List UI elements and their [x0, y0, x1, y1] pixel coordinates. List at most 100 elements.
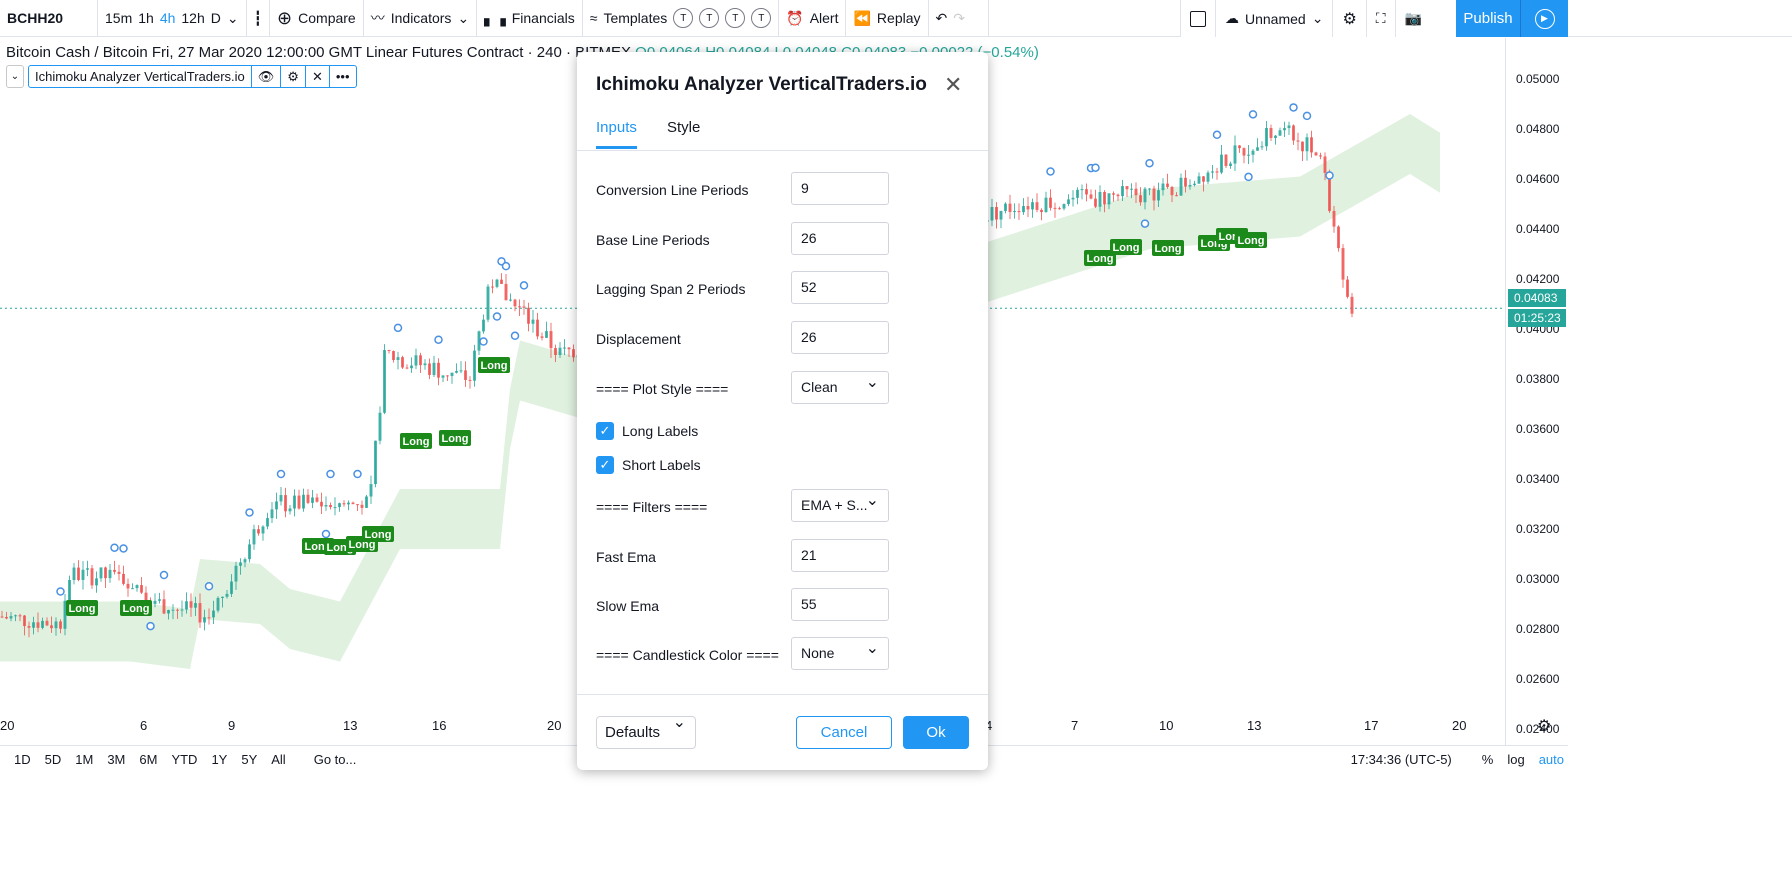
select-field[interactable]: None	[791, 633, 889, 670]
candle-body	[432, 362, 436, 375]
percent-toggle[interactable]: %	[1482, 752, 1494, 767]
compare-label: Compare	[298, 10, 356, 26]
undo-icon[interactable]: ↶	[936, 10, 948, 27]
number-input[interactable]: 55	[791, 588, 889, 621]
template-slot[interactable]: T	[751, 8, 772, 28]
candle-body	[1287, 125, 1291, 129]
snapshot-button[interactable]: 📷	[1396, 0, 1431, 37]
candle-body	[104, 567, 107, 579]
templates-icon: ≈	[589, 10, 598, 26]
candle-body	[261, 526, 265, 534]
range-1y[interactable]: 1Y	[211, 752, 227, 767]
candle-body	[284, 495, 287, 512]
interval-12h[interactable]: 12h	[181, 10, 204, 26]
eye-icon[interactable]: 👁	[252, 66, 282, 87]
interval-d[interactable]: D	[211, 10, 221, 26]
candle-body	[500, 279, 503, 284]
range-1m[interactable]: 1M	[75, 752, 93, 767]
select-field[interactable]: EMA + S...	[791, 485, 889, 522]
tab-inputs[interactable]: Inputs	[596, 119, 637, 149]
layout-name-button[interactable]: ☁ Unnamed ⌄	[1216, 0, 1334, 37]
ichimoku-marker	[326, 469, 335, 479]
candle-body	[32, 622, 35, 628]
close-icon[interactable]: ✕	[944, 72, 962, 98]
range-6m[interactable]: 6M	[139, 752, 157, 767]
settings-button[interactable]: ⚙	[1333, 0, 1367, 37]
play-button[interactable]: ▶	[1520, 0, 1568, 37]
candle-body	[1089, 194, 1093, 199]
camera-icon: 📷	[1404, 10, 1423, 26]
checkbox[interactable]: ✓	[596, 456, 614, 474]
range-all[interactable]: All	[271, 752, 285, 767]
candle-body	[567, 347, 571, 350]
select-field[interactable]: Clean	[791, 367, 889, 404]
close-icon[interactable]: ✕	[306, 66, 330, 87]
candle-body	[275, 501, 278, 510]
price-axis[interactable]: 0.05000 0.04800 0.04600 0.04400 0.04200 0.040…	[1505, 38, 1568, 745]
long-signal-label: Long	[123, 603, 150, 615]
indicator-name[interactable]: Ichimoku Analyzer VerticalTraders.io	[29, 66, 252, 87]
date-label: 20	[1452, 718, 1467, 733]
number-input[interactable]: 21	[791, 539, 889, 572]
alert-button[interactable]: ⏰ Alert	[779, 0, 847, 37]
candle-body	[383, 350, 386, 413]
more-icon[interactable]: •••	[330, 66, 356, 87]
cancel-button[interactable]: Cancel	[796, 716, 892, 749]
symbol-search[interactable]: BCHH20	[0, 0, 98, 37]
clock-time[interactable]: 17:34:36 (UTC-5)	[1351, 752, 1452, 767]
number-input[interactable]: 9	[791, 172, 889, 205]
indicators-button[interactable]: 〰 Indicators ⌄	[364, 0, 478, 37]
template-slot[interactable]: T	[673, 8, 694, 28]
gear-icon[interactable]: ⚙	[1537, 716, 1551, 736]
checkbox[interactable]: ✓	[596, 422, 614, 440]
candle-body	[999, 210, 1003, 220]
last-price-tag: 0.04083	[1508, 289, 1566, 307]
redo-icon[interactable]: ↷	[953, 10, 965, 27]
candle-body	[1175, 195, 1178, 197]
goto-button[interactable]: Go to...	[314, 752, 357, 767]
range-ytd[interactable]: YTD	[171, 752, 197, 767]
interval-15m[interactable]: 15m	[105, 10, 132, 26]
number-input[interactable]: 52	[791, 271, 889, 304]
input-label: Base Line Periods	[596, 232, 710, 248]
candle-body	[266, 518, 269, 527]
fullscreen-button[interactable]: ⛶	[1367, 0, 1396, 37]
range-3m[interactable]: 3M	[107, 752, 125, 767]
financials-button[interactable]: ▖▗ Financials	[477, 0, 583, 37]
compare-button[interactable]: ⊕ Compare	[270, 0, 364, 37]
divider	[577, 694, 988, 695]
template-slot[interactable]: T	[725, 8, 746, 28]
chevron-down-icon[interactable]: ⌄	[227, 10, 239, 27]
templates-button[interactable]: ≈ Templates T T T T	[583, 0, 780, 37]
auto-toggle[interactable]: auto	[1539, 752, 1564, 767]
candle-body	[27, 626, 31, 628]
candle-body	[315, 497, 319, 502]
candle-body	[414, 355, 418, 366]
candle-body	[1107, 193, 1111, 205]
template-slot[interactable]: T	[699, 8, 720, 28]
collapse-chevron-icon[interactable]: ⌄	[6, 65, 24, 88]
ichimoku-marker	[56, 587, 65, 596]
range-1d[interactable]: 1D	[14, 752, 31, 767]
interval-1h[interactable]: 1h	[138, 10, 154, 26]
number-input[interactable]: 26	[791, 222, 889, 255]
candle-body	[1049, 197, 1052, 208]
candle-body	[9, 616, 13, 619]
range-5y[interactable]: 5Y	[241, 752, 257, 767]
layout-toggle-button[interactable]	[1181, 0, 1216, 37]
chart-type-button[interactable]: ┇	[247, 0, 271, 37]
ok-button[interactable]: Ok	[903, 716, 969, 749]
range-5d[interactable]: 5D	[45, 752, 62, 767]
defaults-dropdown[interactable]: Defaults	[596, 712, 696, 749]
publish-button[interactable]: Publish	[1456, 0, 1520, 37]
candle-body	[1197, 176, 1201, 184]
number-input[interactable]: 26	[791, 321, 889, 354]
log-toggle[interactable]: log	[1507, 752, 1524, 767]
replay-button[interactable]: ⏪ Replay	[846, 0, 929, 37]
candle-body	[504, 283, 508, 301]
tab-style[interactable]: Style	[667, 119, 700, 146]
interval-4h[interactable]: 4h	[160, 10, 176, 26]
candle-body	[1026, 206, 1030, 210]
gear-icon[interactable]: ⚙	[281, 66, 306, 87]
play-icon: ▶	[1534, 8, 1555, 29]
